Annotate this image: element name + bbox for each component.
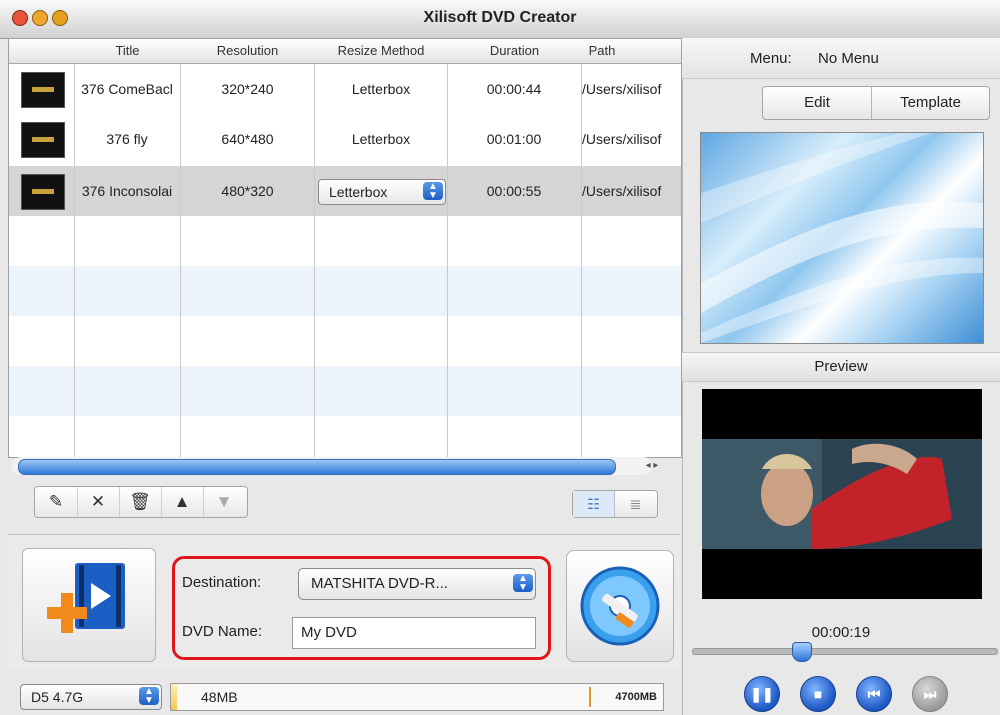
select-stepper-icon: ▲ ▼	[513, 574, 533, 593]
column-divider	[314, 39, 315, 457]
select-stepper-icon: ▲ ▼	[423, 182, 443, 201]
column-header-path[interactable]: Path	[582, 39, 622, 63]
capacity-text: 4700MB	[615, 691, 657, 703]
detail-list-icon: ☷	[587, 496, 600, 512]
horizontal-scrollbar-thumb[interactable]	[18, 459, 616, 475]
row-resolution: 640*480	[221, 131, 274, 147]
dvd-name-value: My DVD	[301, 624, 357, 641]
video-thumbnail	[21, 122, 65, 158]
view-toggle: ☷ ≣	[572, 490, 658, 518]
add-file-button[interactable]	[22, 548, 156, 662]
arrow-down-icon: ▼	[215, 492, 233, 511]
list-icon: ≣	[629, 496, 642, 512]
window-title: Xilisoft DVD Creator	[423, 9, 577, 26]
preview-header: Preview	[682, 352, 1000, 382]
menu-edit-button[interactable]: Edit	[763, 87, 872, 119]
menu-background-image	[701, 133, 983, 343]
next-button[interactable]: ⏭	[912, 676, 948, 712]
disc-type-select[interactable]: D5 4.7G ▲ ▼	[20, 684, 162, 710]
remove-item-button[interactable]: ✕	[77, 487, 120, 517]
row-resize-method: Letterbox	[351, 81, 411, 97]
row-path: /Users/xilisof	[582, 131, 662, 147]
table-header: Title Resolution Resize Method Duration …	[9, 39, 681, 64]
column-divider	[581, 39, 582, 457]
row-duration: 00:00:44	[486, 81, 542, 97]
edit-icon: ✎	[48, 492, 64, 511]
close-icon: ✕	[90, 492, 106, 511]
capacity-marker	[589, 687, 591, 707]
skip-forward-icon: ⏭	[923, 686, 937, 702]
disc-type-value: D5 4.7G	[31, 689, 84, 705]
file-table: 376 ComeBacl 320*240 Letterbox 00:00:44 …	[8, 38, 682, 458]
menu-value: No Menu	[818, 50, 879, 67]
menu-template-button[interactable]: Template	[872, 87, 989, 119]
row-title: 376 fly	[106, 131, 148, 147]
row-resize-method: Letterbox	[351, 131, 411, 147]
seek-bar-track[interactable]	[692, 648, 998, 655]
edit-item-button[interactable]: ✎	[35, 487, 78, 517]
column-header-title[interactable]: Title	[75, 39, 180, 63]
destination-select[interactable]: MATSHITA DVD-R... ▲ ▼	[298, 568, 536, 600]
video-thumbnail	[21, 174, 65, 210]
menu-label: Menu:	[750, 50, 792, 67]
stop-button[interactable]: ■	[800, 676, 836, 712]
row-duration: 00:01:00	[486, 131, 542, 147]
delete-item-button[interactable]: 🗑	[119, 487, 162, 517]
pause-button[interactable]: ❚❚	[744, 676, 780, 712]
stop-icon: ■	[813, 686, 823, 702]
title-bar: Xilisoft DVD Creator	[0, 0, 1000, 39]
add-video-icon	[47, 563, 125, 633]
video-frame	[702, 439, 982, 549]
seek-bar-knob[interactable]	[792, 642, 812, 662]
column-header-resize-method[interactable]: Resize Method	[315, 39, 447, 63]
dvd-name-input[interactable]: My DVD	[292, 617, 536, 649]
arrow-up-icon: ▲	[173, 492, 191, 511]
move-down-button[interactable]: ▼	[203, 487, 245, 517]
burn-button[interactable]	[566, 550, 674, 662]
row-path: /Users/xilisof	[582, 81, 662, 97]
previous-button[interactable]: ⏮	[856, 676, 892, 712]
column-divider	[447, 39, 448, 457]
destination-label: Destination:	[182, 574, 262, 591]
select-stepper-icon: ▲ ▼	[139, 687, 159, 706]
row-duration: 00:00:55	[486, 183, 542, 199]
row-resolution: 480*320	[221, 183, 274, 199]
row-resolution: 320*240	[221, 81, 274, 97]
capacity-used-fill	[171, 684, 177, 710]
scroll-arrows-icon[interactable]: ◂ ▸	[632, 458, 672, 474]
detail-view-button[interactable]: ☷	[573, 491, 615, 517]
skip-back-icon: ⏮	[867, 686, 881, 702]
preview-label: Preview	[814, 358, 868, 375]
resize-method-select[interactable]: Letterbox ▲ ▼	[318, 179, 446, 205]
dvd-name-label: DVD Name:	[182, 623, 263, 640]
video-preview	[702, 389, 982, 599]
column-header-duration[interactable]: Duration	[448, 39, 581, 63]
menu-header: Menu: No Menu	[682, 38, 1000, 79]
list-view-button[interactable]: ≣	[615, 491, 656, 517]
move-up-button[interactable]: ▲	[161, 487, 204, 517]
burn-disc-icon	[580, 566, 660, 646]
trash-icon: 🗑	[129, 492, 151, 511]
menu-template-preview[interactable]	[700, 132, 984, 344]
destination-value: MATSHITA DVD-R...	[311, 575, 448, 592]
menu-edit-template-group: Edit Template	[762, 86, 990, 120]
column-divider	[180, 39, 181, 457]
video-thumbnail	[21, 72, 65, 108]
column-divider	[74, 39, 75, 457]
used-size-text: 48MB	[201, 689, 238, 705]
row-path: /Users/xilisof	[582, 183, 662, 199]
row-title: 376 Inconsolai	[81, 183, 173, 199]
row-title: 376 ComeBacl	[81, 81, 173, 97]
table-toolbar: ✎ ✕ 🗑 ▲ ▼	[34, 486, 248, 518]
column-header-resolution[interactable]: Resolution	[181, 39, 314, 63]
pause-icon: ❚❚	[750, 686, 774, 702]
resize-method-value: Letterbox	[329, 184, 388, 200]
preview-timecode: 00:00:19	[811, 624, 871, 641]
disc-capacity-bar: 48MB 4700MB	[170, 683, 664, 711]
